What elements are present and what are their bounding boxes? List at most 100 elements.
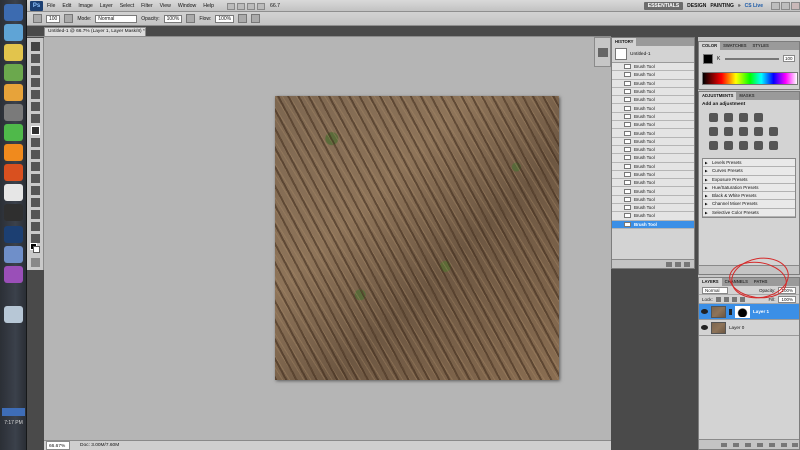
adjustment-preset-item[interactable]: Curves Presets bbox=[703, 167, 795, 176]
workspace-essentials[interactable]: ESSENTIALS bbox=[643, 2, 684, 10]
new-document-icon[interactable] bbox=[666, 262, 672, 267]
brightness-contrast-icon[interactable] bbox=[709, 113, 718, 122]
history-item[interactable]: Brush Tool bbox=[612, 220, 694, 229]
history-item[interactable]: Brush Tool bbox=[612, 104, 694, 113]
workspace-design[interactable]: DESIGN bbox=[687, 3, 706, 9]
brush-tool-icon[interactable] bbox=[31, 126, 40, 135]
close-button[interactable] bbox=[791, 2, 800, 10]
quick-mask-icon[interactable] bbox=[31, 258, 40, 267]
quick-select-tool-icon[interactable] bbox=[31, 78, 40, 87]
dodge-tool-icon[interactable] bbox=[31, 198, 40, 207]
trash-icon[interactable] bbox=[792, 443, 798, 447]
levels-icon[interactable] bbox=[724, 113, 733, 122]
status-zoom-field[interactable]: 66.67% bbox=[46, 441, 70, 450]
pen-tool-icon[interactable] bbox=[31, 210, 40, 219]
crop-tool-icon[interactable] bbox=[31, 90, 40, 99]
taskbar-app-icon[interactable] bbox=[4, 204, 23, 221]
history-item[interactable]: Brush Tool bbox=[612, 212, 694, 221]
vibrance-icon[interactable] bbox=[709, 127, 718, 136]
hue-saturation-icon[interactable] bbox=[724, 127, 733, 136]
history-item[interactable]: Brush Tool bbox=[612, 137, 694, 146]
layer-row-layer-1[interactable]: Layer 1 bbox=[699, 304, 799, 320]
maximize-button[interactable] bbox=[781, 2, 790, 10]
link-icon[interactable] bbox=[729, 308, 732, 315]
history-item[interactable]: Brush Tool bbox=[612, 162, 694, 171]
minimize-button[interactable] bbox=[771, 2, 780, 10]
exposure-icon[interactable] bbox=[754, 113, 763, 122]
tab-swatches[interactable]: SWATCHES bbox=[720, 42, 749, 50]
lock-position-icon[interactable] bbox=[731, 296, 737, 302]
history-brush-tool-icon[interactable] bbox=[31, 150, 40, 159]
curves-icon[interactable] bbox=[739, 113, 748, 122]
mode-select[interactable]: Normal bbox=[95, 14, 138, 23]
layer-mask-thumbnail[interactable] bbox=[735, 305, 750, 318]
zoom-tool-icon[interactable] bbox=[256, 3, 265, 10]
eyedropper-tool-icon[interactable] bbox=[31, 102, 40, 111]
history-item[interactable]: Brush Tool bbox=[612, 170, 694, 180]
clone-stamp-tool-icon[interactable] bbox=[31, 138, 40, 147]
threshold-icon[interactable] bbox=[739, 141, 748, 150]
channel-slider[interactable] bbox=[725, 58, 779, 60]
taskbar-app-icon[interactable] bbox=[4, 164, 23, 181]
menu-edit[interactable]: Edit bbox=[62, 3, 71, 10]
taskbar-app-icon[interactable] bbox=[4, 124, 23, 141]
layer-row-layer-0[interactable]: Layer 0 bbox=[699, 320, 799, 336]
adjustment-preset-item[interactable]: Selective Color Presets bbox=[703, 209, 795, 218]
menu-window[interactable]: Window bbox=[178, 3, 196, 10]
brush-size-picker[interactable]: 100 bbox=[46, 14, 61, 23]
color-foreground-swatch[interactable] bbox=[703, 54, 713, 64]
color-spectrum-bar[interactable] bbox=[702, 72, 798, 85]
document-tab[interactable]: Untitled-1 @ 66.7% (Layer 1, Layer Mask/… bbox=[44, 27, 146, 36]
flow-field[interactable]: 100% bbox=[215, 14, 235, 23]
color-balance-icon[interactable] bbox=[739, 127, 748, 136]
invert-icon[interactable] bbox=[709, 141, 718, 150]
black-white-icon[interactable] bbox=[754, 127, 763, 136]
path-select-tool-icon[interactable] bbox=[31, 234, 40, 243]
fill-field[interactable]: 100% bbox=[778, 295, 796, 303]
background-color-swatch[interactable] bbox=[33, 246, 40, 253]
opacity-field[interactable]: 100% bbox=[163, 14, 183, 23]
taskbar-folder-icon[interactable] bbox=[4, 44, 23, 61]
history-item[interactable]: Brush Tool bbox=[612, 79, 694, 88]
adjustment-preset-item[interactable]: Black & White Presets bbox=[703, 192, 795, 201]
gradient-tool-icon[interactable] bbox=[31, 174, 40, 183]
link-layers-icon[interactable] bbox=[721, 443, 727, 447]
selective-color-icon[interactable] bbox=[769, 141, 778, 150]
taskbar-app-icon[interactable] bbox=[4, 184, 23, 201]
taskbar-app-icon[interactable] bbox=[4, 246, 23, 263]
posterize-icon[interactable] bbox=[724, 141, 733, 150]
tab-color[interactable]: COLOR bbox=[699, 42, 721, 50]
taskbar-app-icon[interactable] bbox=[4, 84, 23, 101]
new-layer-icon[interactable] bbox=[781, 443, 787, 447]
history-item[interactable]: Brush Tool bbox=[612, 121, 694, 130]
adjustment-preset-item[interactable]: Levels Presets bbox=[703, 159, 795, 168]
history-item[interactable]: Brush Tool bbox=[612, 187, 694, 196]
layer-thumbnail[interactable] bbox=[711, 321, 726, 334]
zoom-level-display[interactable]: 66.7 bbox=[270, 3, 280, 10]
lock-all-icon[interactable] bbox=[739, 296, 745, 302]
adjustment-preset-item[interactable]: Hue/Saturation Presets bbox=[703, 184, 795, 193]
taskbar-app-icon[interactable] bbox=[4, 266, 23, 283]
menu-select[interactable]: Select bbox=[120, 3, 134, 10]
airbrush-icon[interactable] bbox=[238, 14, 248, 23]
taskbar-photoshop-icon[interactable] bbox=[4, 226, 23, 243]
tablet-size-icon[interactable] bbox=[251, 14, 261, 23]
adjustment-preset-item[interactable]: Channel Mixer Presets bbox=[703, 200, 795, 209]
history-item[interactable]: Brush Tool bbox=[612, 204, 694, 213]
history-item[interactable]: Brush Tool bbox=[612, 96, 694, 105]
new-snapshot-icon[interactable] bbox=[675, 262, 681, 267]
menu-view[interactable]: View bbox=[160, 3, 171, 10]
blend-mode-select[interactable]: Normal bbox=[702, 286, 728, 294]
adjustment-layer-icon[interactable] bbox=[757, 443, 763, 447]
launch-bridge-icon[interactable] bbox=[226, 3, 235, 10]
taskbar-app-icon[interactable] bbox=[4, 306, 23, 323]
eraser-tool-icon[interactable] bbox=[31, 162, 40, 171]
history-snapshot[interactable]: Untitled-1 bbox=[612, 46, 694, 63]
gradient-map-icon[interactable] bbox=[754, 141, 763, 150]
eye-icon[interactable] bbox=[701, 325, 708, 330]
tablet-opacity-icon[interactable] bbox=[186, 14, 196, 23]
history-item[interactable]: Brush Tool bbox=[612, 154, 694, 163]
workspace-more-icon[interactable]: » bbox=[738, 3, 741, 9]
clock[interactable]: 7:17 PM bbox=[2, 420, 25, 426]
document-image[interactable] bbox=[275, 96, 559, 380]
